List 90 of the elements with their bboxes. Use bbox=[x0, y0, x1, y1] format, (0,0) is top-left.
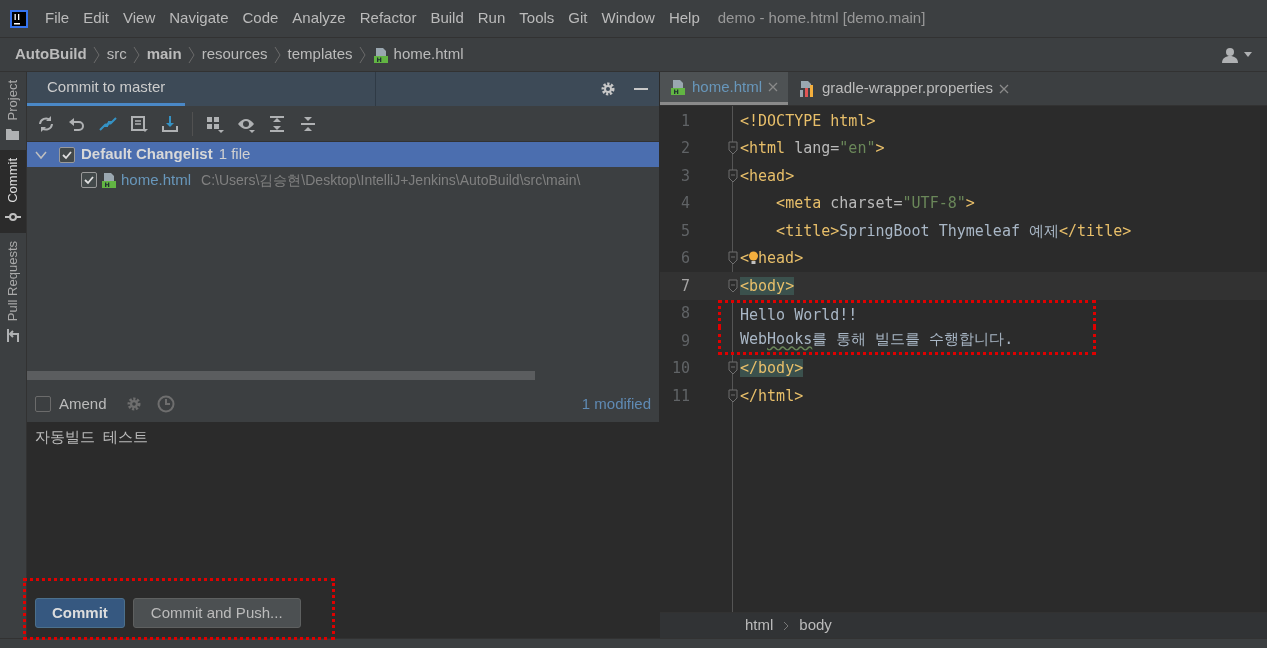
modified-count[interactable]: 1 modified bbox=[581, 392, 651, 416]
path-item[interactable]: html bbox=[745, 614, 774, 637]
checkbox[interactable] bbox=[59, 146, 75, 163]
user-icon[interactable] bbox=[1222, 46, 1240, 63]
line-number: 9 bbox=[679, 330, 691, 352]
menu-item[interactable]: Edit bbox=[83, 7, 110, 30]
breadcrumb-item[interactable]: resources bbox=[201, 43, 268, 66]
path-item[interactable]: body bbox=[799, 614, 832, 637]
app-logo-icon bbox=[10, 9, 28, 28]
file-name[interactable]: home.html bbox=[121, 168, 192, 192]
window-title: demo - home.html [demo.main] bbox=[717, 8, 926, 29]
menu-item[interactable]: Window bbox=[601, 7, 655, 30]
menu-item[interactable]: View bbox=[123, 7, 156, 30]
caret-icon bbox=[1244, 52, 1252, 57]
chevron-icon bbox=[358, 45, 367, 64]
html-file-icon bbox=[372, 46, 389, 63]
code-line: <title>SpringBoot Thymeleaf 예제</title> bbox=[775, 220, 1132, 242]
menu-item[interactable]: Analyze bbox=[292, 7, 346, 30]
side-tab[interactable]: Project bbox=[0, 72, 26, 151]
code-line: <meta charset="UTF-8"> bbox=[775, 193, 975, 214]
line-number: 4 bbox=[679, 193, 691, 214]
changelist-row[interactable]: Default Changelist 1 file bbox=[27, 142, 659, 167]
line-number: 5 bbox=[679, 220, 691, 242]
fold-icon[interactable] bbox=[728, 278, 738, 293]
group-icon[interactable] bbox=[206, 114, 224, 133]
download-icon[interactable] bbox=[161, 114, 179, 133]
html-file-icon bbox=[101, 172, 117, 188]
menu-item[interactable]: Build bbox=[430, 7, 464, 30]
line-number: 3 bbox=[679, 165, 691, 187]
chevron-icon bbox=[132, 45, 141, 64]
file-count: 1 file bbox=[218, 144, 251, 165]
scrollbar[interactable] bbox=[27, 371, 535, 380]
code-line: WebHooks를 통해 빌드를 수행합니다. bbox=[718, 327, 1096, 355]
line-number: 2 bbox=[679, 138, 691, 159]
code-line: </html> bbox=[740, 385, 804, 407]
line-number: 11 bbox=[670, 385, 691, 407]
breadcrumb-item[interactable]: templates bbox=[287, 43, 353, 66]
folder-icon bbox=[5, 126, 21, 143]
settings-icon[interactable] bbox=[599, 80, 617, 98]
chevron-icon bbox=[92, 45, 101, 64]
lightbulb-icon[interactable] bbox=[749, 250, 759, 267]
line-number: 7 bbox=[679, 275, 691, 297]
commit-message-icon[interactable] bbox=[130, 114, 148, 133]
commit-button[interactable]: Commit bbox=[35, 598, 125, 628]
fold-icon[interactable] bbox=[728, 141, 738, 156]
amend-label: Amend bbox=[59, 393, 107, 414]
code-line: Hello World!! bbox=[718, 299, 1096, 327]
line-number: 6 bbox=[679, 248, 691, 269]
changelist-name: Default Changelist bbox=[81, 144, 213, 165]
code-line: <!DOCTYPE html> bbox=[740, 110, 876, 132]
line-number: 8 bbox=[679, 303, 691, 324]
fold-icon[interactable] bbox=[728, 168, 738, 183]
commit-message-field[interactable]: 자동빌드 테스트 bbox=[27, 422, 659, 598]
refresh-icon[interactable] bbox=[37, 114, 55, 133]
menu-item[interactable]: Refactor bbox=[359, 7, 417, 30]
breadcrumb-item[interactable]: main bbox=[146, 43, 182, 66]
menu-item[interactable]: File bbox=[45, 7, 70, 30]
line-number: 10 bbox=[670, 358, 691, 379]
commit-and-push-button[interactable]: Commit and Push... bbox=[132, 598, 301, 628]
menu-item[interactable]: Help bbox=[668, 7, 700, 30]
expand-all-icon[interactable] bbox=[268, 114, 286, 133]
code-line: <head> bbox=[740, 165, 795, 187]
chevron-icon bbox=[273, 45, 282, 64]
fold-icon[interactable] bbox=[728, 251, 738, 266]
menu-item[interactable]: Git bbox=[568, 7, 588, 30]
side-tab[interactable]: Pull Requests bbox=[0, 233, 26, 352]
code-line: <html lang="en"> bbox=[740, 138, 885, 159]
code-line: head> bbox=[758, 248, 804, 269]
checkbox[interactable] bbox=[81, 172, 97, 188]
close-icon[interactable] bbox=[998, 83, 1009, 94]
chevron-icon bbox=[187, 45, 196, 64]
fold-icon[interactable] bbox=[728, 388, 738, 403]
menu-item[interactable]: Run bbox=[477, 7, 506, 30]
html-file-icon bbox=[670, 79, 686, 95]
menu-item[interactable]: Navigate bbox=[169, 7, 229, 30]
side-tab[interactable]: Commit bbox=[0, 150, 26, 234]
menu-item[interactable]: Code bbox=[242, 7, 279, 30]
breadcrumb-item[interactable]: home.html bbox=[393, 43, 464, 66]
pull-request-icon bbox=[5, 327, 21, 344]
menu-item[interactable]: Tools bbox=[519, 7, 555, 30]
editor-tab[interactable]: gradle-wrapper.properties bbox=[788, 72, 1019, 105]
breadcrumb-item[interactable]: src bbox=[106, 43, 127, 66]
collapse-all-icon[interactable] bbox=[299, 114, 317, 133]
line-number: 1 bbox=[679, 110, 691, 132]
code-line: < bbox=[740, 248, 750, 269]
breadcrumb-item[interactable]: AutoBuild bbox=[15, 43, 87, 66]
chevron-icon bbox=[783, 620, 790, 631]
checkbox[interactable] bbox=[35, 396, 51, 412]
fold-icon[interactable] bbox=[728, 361, 738, 376]
file-path: C:\Users\김승현\Desktop\IntelliJ+Jenkins\AutoBuild\src\main\ bbox=[201, 170, 581, 190]
